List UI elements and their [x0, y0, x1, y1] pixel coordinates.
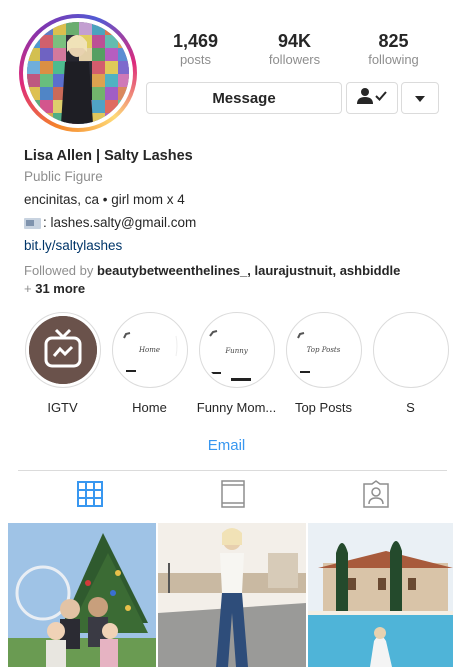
igtv-icon	[28, 316, 97, 384]
highlight-label: Top Posts	[294, 400, 353, 415]
highlight-igtv[interactable]: IGTV	[18, 312, 107, 418]
highlight-cover-text: Home	[138, 346, 161, 354]
post-thumbnail[interactable]	[158, 523, 306, 667]
person-check-icon	[357, 87, 387, 109]
post-thumbnail[interactable]	[8, 523, 156, 667]
followed-by-prefix: Followed by	[24, 263, 97, 278]
followers-label: followers	[268, 52, 321, 67]
highlight-cover: Home	[115, 316, 184, 384]
profile-actions: Message	[146, 82, 439, 114]
highlight-partial[interactable]: S	[366, 312, 453, 418]
profile-tabs	[18, 470, 447, 522]
followers-stat[interactable]: 94K followers	[245, 31, 344, 67]
bio-email-line: : lashes.salty@gmail.com	[24, 213, 444, 233]
followed-more-prefix: +	[24, 281, 36, 296]
followers-count: 94K	[277, 31, 312, 51]
post-thumbnail[interactable]	[308, 523, 453, 667]
tab-grid[interactable]	[18, 471, 161, 522]
highlight-cover-text: Top Posts	[306, 346, 341, 354]
bio-tagline: encinitas, ca • girl mom x 4	[24, 192, 185, 207]
highlight-ring: Top Posts	[285, 312, 362, 388]
tagged-person-icon	[362, 480, 389, 513]
bio-website-link[interactable]: bit.ly/saltylashes	[24, 236, 444, 256]
followed-more-count: 31 more	[35, 281, 86, 296]
grid-icon	[76, 481, 103, 512]
igtv-tab-icon	[220, 480, 245, 513]
email-emoji-icon	[24, 217, 41, 229]
highlight-label: Funny Mom...	[196, 400, 277, 415]
highlight-ring: Funny	[198, 312, 275, 388]
bio-section: Lisa Allen | Salty Lashes Public Figure …	[24, 147, 444, 298]
following-stat[interactable]: 825 following	[344, 31, 443, 67]
posts-count: 1,469	[172, 31, 219, 51]
highlight-ring: Home	[111, 312, 188, 388]
suggested-dropdown-button[interactable]	[401, 82, 439, 114]
followed-by[interactable]: Followed by beautybetweenthelines_, laur…	[24, 262, 444, 298]
bio-email-text: : lashes.salty@gmail.com	[43, 215, 197, 230]
highlight-ring	[24, 312, 101, 388]
highlight-home[interactable]: Home Home	[105, 312, 194, 418]
story-ring[interactable]	[19, 14, 137, 132]
avatar-ring-gap	[23, 18, 133, 128]
message-button[interactable]: Message	[146, 82, 342, 114]
following-label: following	[368, 52, 419, 67]
highlight-cover: Funny	[202, 316, 271, 384]
followed-by-names: beautybetweenthelines_, laurajustnuit, a…	[96, 263, 401, 278]
avatar[interactable]	[27, 22, 129, 124]
profile-stats: 1,469 posts 94K followers 825 following	[146, 31, 443, 67]
profile-category: Public Figure	[24, 169, 103, 184]
profile-name: Lisa Allen | Salty Lashes	[24, 148, 193, 164]
tab-igtv[interactable]	[161, 471, 304, 522]
tab-tagged[interactable]	[304, 471, 447, 522]
highlight-top-posts[interactable]: Top Posts Top Posts	[279, 312, 368, 418]
highlight-label: IGTV	[47, 400, 78, 415]
following-button[interactable]	[346, 82, 398, 114]
highlight-label: Home	[132, 400, 167, 415]
highlight-cover	[28, 316, 97, 384]
following-count: 825	[378, 31, 409, 51]
posts-label: posts	[179, 52, 212, 67]
highlight-funny[interactable]: Funny Funny Mom...	[192, 312, 281, 418]
chevron-down-icon	[414, 90, 426, 107]
highlight-ring	[372, 312, 449, 388]
highlight-label: S	[406, 400, 415, 415]
highlight-cover: Top Posts	[289, 316, 358, 384]
posts-stat[interactable]: 1,469 posts	[146, 31, 245, 67]
story-highlights: IGTV Home Home Funny Funny Mom... Top Po…	[18, 312, 453, 418]
highlight-cover	[376, 316, 445, 384]
post-grid	[8, 523, 453, 667]
highlight-cover-text: Funny	[225, 347, 248, 355]
email-contact-button[interactable]: Email	[0, 437, 453, 454]
